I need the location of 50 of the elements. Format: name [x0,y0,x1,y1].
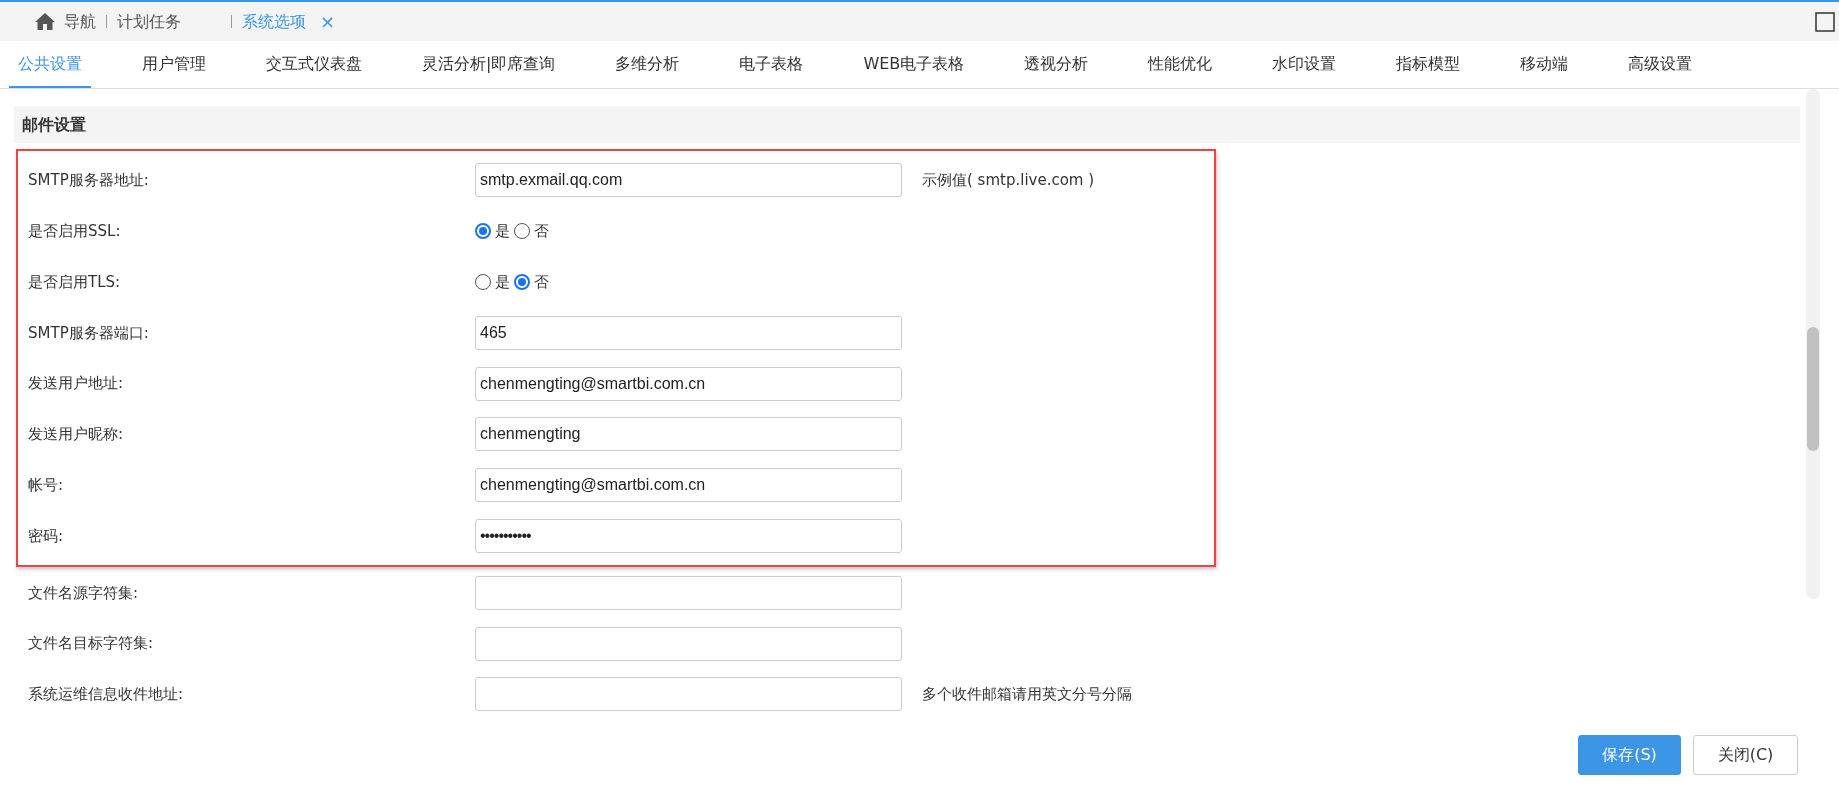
settings-tab[interactable]: 用户管理 [133,41,215,88]
hint-text: 多个收件邮箱请用英文分号分隔 [922,684,1132,706]
close-button[interactable]: 关闭(C) [1693,735,1798,775]
settings-tab[interactable]: 水印设置 [1263,41,1346,88]
section-title: 邮件设置 [14,106,1800,143]
radio-label: 是 [495,271,510,293]
radio-label: 否 [534,271,549,293]
input-field[interactable]: smtp.exmail.qq.com [475,163,902,198]
settings-tab[interactable]: 交互式仪表盘 [257,41,371,88]
settings-tab[interactable]: 灵活分析|即席查询 [413,41,565,88]
settings-tab[interactable]: 高级设置 [1619,41,1702,88]
input-field[interactable] [475,575,902,610]
settings-tab[interactable]: 透视分析 [1015,41,1098,88]
field-label: 帐号: [27,474,65,496]
field-label: 系统运维信息收件地址: [27,684,185,706]
radio-label: 否 [534,220,549,242]
password-field[interactable]: ••••••••••• [475,518,902,553]
radio-button[interactable] [514,223,530,240]
radio-button[interactable] [475,223,491,240]
settings-tab[interactable]: 多维分析 [606,41,689,88]
input-field[interactable] [475,677,902,712]
input-field[interactable] [475,626,902,661]
settings-tab[interactable]: 性能优化 [1139,41,1222,88]
field-label: SMTP服务器地址: [27,170,150,192]
settings-tab[interactable]: WEB电子表格 [854,41,974,88]
field-label: 文件名源字符集: [27,582,140,604]
hint-text: 示例值( smtp.live.com ) [922,170,1095,192]
home-icon [34,12,56,31]
top-tab[interactable]: 导航 [24,9,106,34]
radio-button[interactable] [475,274,491,290]
field-label: 发送用户地址: [27,373,125,395]
field-label: 是否启用SSL: [27,220,122,242]
maximize-icon[interactable] [1815,11,1835,32]
scrollbar[interactable] [1806,89,1820,599]
field-label: 文件名目标字符集: [27,633,155,655]
radio-label: 是 [495,220,510,242]
field-label: 密码: [27,525,65,547]
scrollbar-thumb[interactable] [1807,327,1819,451]
settings-tab[interactable]: 移动端 [1511,41,1578,88]
field-label: 发送用户昵称: [27,424,125,446]
input-field[interactable]: chenmengting@smartbi.com.cn [475,468,902,503]
field-label: 是否启用TLS: [27,271,122,293]
top-tab[interactable]: 计划任务 [107,9,191,34]
field-label: SMTP服务器端口: [27,322,150,344]
input-field[interactable]: chenmengting@smartbi.com.cn [475,366,902,401]
input-field[interactable]: chenmengting [475,417,902,452]
input-field[interactable]: 465 [475,315,902,350]
settings-tab[interactable]: 电子表格 [730,41,813,88]
radio-button[interactable] [514,274,530,290]
settings-tab[interactable]: 指标模型 [1387,41,1470,88]
